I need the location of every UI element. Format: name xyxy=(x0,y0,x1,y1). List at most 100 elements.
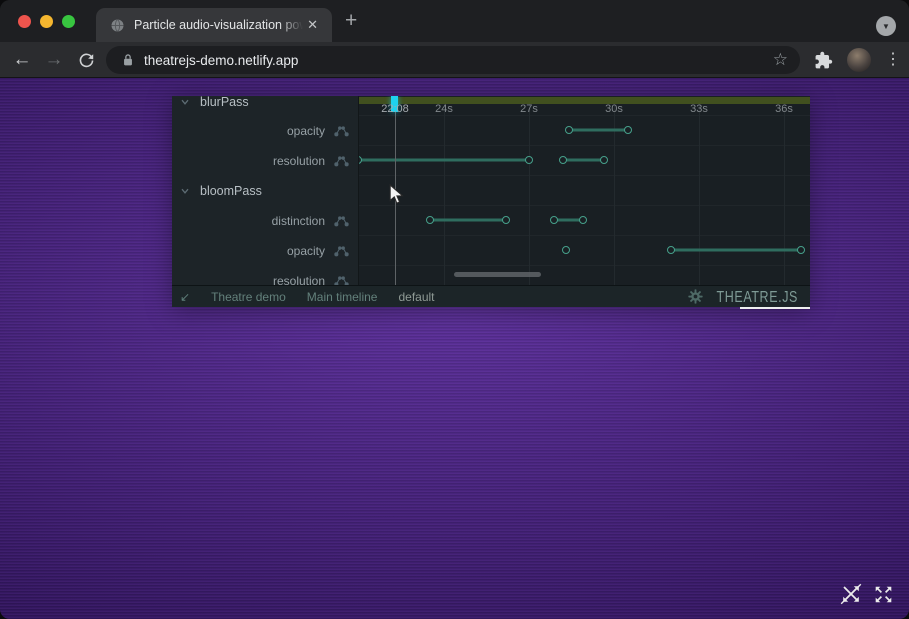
browser-menu-icon[interactable]: ⋮ xyxy=(885,52,901,68)
sequenced-prop-icon[interactable] xyxy=(334,155,349,167)
tree-item-blurpass[interactable]: blurPass xyxy=(172,96,358,117)
ruler-gridline xyxy=(699,104,700,285)
playhead-time-label: 22:08 xyxy=(381,103,409,115)
tree-item-bloompass[interactable]: bloomPass xyxy=(172,176,358,206)
crossed-arrows-off-icon[interactable] xyxy=(839,582,863,606)
chevron-down-icon xyxy=(180,97,190,107)
keyframe[interactable] xyxy=(667,246,675,254)
theatrejs-logo: THEATRE.JS xyxy=(717,288,798,305)
ruler-gridline xyxy=(784,104,785,285)
ruler-tick-label: 24s xyxy=(435,103,453,115)
keyframe[interactable] xyxy=(624,126,632,134)
bookmark-star-icon[interactable]: ☆ xyxy=(773,50,788,70)
fullscreen-expand-icon[interactable] xyxy=(874,585,893,604)
sequenced-prop-icon[interactable] xyxy=(334,275,349,285)
tree-item-label: opacity xyxy=(287,124,325,138)
tab-close-icon[interactable]: ✕ xyxy=(303,15,322,35)
studio-bottom-bar: ↙ Theatre demo Main timeline default xyxy=(172,285,810,307)
collapse-arrow-icon[interactable]: ↙ xyxy=(180,290,190,304)
keyframe-connector-line xyxy=(563,159,604,162)
browser-tab[interactable]: Particle audio-visualization pow ✕ xyxy=(96,8,332,42)
tab-search-button[interactable]: ▼ xyxy=(876,16,896,36)
playhead-line[interactable] xyxy=(395,110,396,285)
ruler-gridline xyxy=(529,104,530,285)
track-row-separator xyxy=(359,235,810,236)
sequenced-prop-icon[interactable] xyxy=(334,125,349,137)
chevron-down-icon: ▼ xyxy=(882,22,890,31)
object-name[interactable]: default xyxy=(398,290,434,304)
sheet-name[interactable]: Main timeline xyxy=(307,290,378,304)
keyframe[interactable] xyxy=(565,126,573,134)
tree-item-label: blurPass xyxy=(200,96,249,109)
minimize-window-button[interactable] xyxy=(40,15,53,28)
tree-item-resolution[interactable]: resolution xyxy=(172,146,358,176)
focus-range-strip[interactable] xyxy=(359,97,810,104)
lock-icon xyxy=(122,53,134,67)
keyframe-connector-line xyxy=(671,249,801,252)
back-button[interactable]: ← xyxy=(8,42,36,78)
tab-title: Particle audio-visualization pow xyxy=(134,18,303,32)
new-tab-button[interactable]: + xyxy=(345,12,357,30)
forward-button[interactable]: → xyxy=(40,42,68,78)
timeline-scrollbar-thumb[interactable] xyxy=(454,272,541,277)
bottom-bar-right-group: THEATRE.JS xyxy=(688,289,810,304)
tree-item-label: distinction xyxy=(272,214,325,228)
ruler-tick-label: 27s xyxy=(520,103,538,115)
track-row-separator xyxy=(359,205,810,206)
keyframe-connector-line xyxy=(569,129,628,132)
globe-favicon-icon xyxy=(110,18,125,33)
gear-icon[interactable] xyxy=(688,289,703,304)
address-bar[interactable]: theatrejs-demo.netlify.app ☆ xyxy=(106,46,800,74)
track-row-separator xyxy=(359,265,810,266)
ruler-tick-label: 33s xyxy=(690,103,708,115)
keyframe-connector-line xyxy=(358,159,529,162)
tree-item-resolution-2[interactable]: resolution xyxy=(172,266,358,285)
toolbar-right-group: ⋮ xyxy=(814,42,901,78)
zoom-window-button[interactable] xyxy=(62,15,75,28)
keyframe[interactable] xyxy=(797,246,805,254)
sequenced-prop-icon[interactable] xyxy=(334,215,349,227)
tree-item-label: resolution xyxy=(273,154,325,168)
page-corner-controls xyxy=(839,582,893,606)
keyframe[interactable] xyxy=(562,246,570,254)
keyframe-connector-line xyxy=(430,219,506,222)
property-tree: blurPass opacity resolution xyxy=(172,96,358,285)
keyframe[interactable] xyxy=(600,156,608,164)
tree-item-label: opacity xyxy=(287,244,325,258)
chevron-down-icon xyxy=(180,186,190,196)
browser-window: Particle audio-visualization pow ✕ + ▼ ←… xyxy=(0,0,909,619)
sequence-editor: blurPass opacity resolution xyxy=(172,96,810,285)
tree-item-opacity[interactable]: opacity xyxy=(172,116,358,146)
keyframe[interactable] xyxy=(525,156,533,164)
url-text[interactable]: theatrejs-demo.netlify.app xyxy=(144,53,773,68)
reload-icon xyxy=(78,52,95,69)
tab-strip: Particle audio-visualization pow ✕ + ▼ xyxy=(0,0,909,42)
tree-item-opacity-2[interactable]: opacity xyxy=(172,236,358,266)
theatre-studio-panel: blurPass opacity resolution xyxy=(172,96,810,307)
track-row-separator xyxy=(359,145,810,146)
keyframe[interactable] xyxy=(426,216,434,224)
profile-avatar[interactable] xyxy=(847,48,871,72)
keyframe[interactable] xyxy=(502,216,510,224)
extensions-puzzle-icon[interactable] xyxy=(814,51,833,70)
ruler-tick-label: 30s xyxy=(605,103,623,115)
timeline-area[interactable]: 24s 27s 30s 33s 36s 22:08 xyxy=(358,96,810,285)
tree-item-label: bloomPass xyxy=(200,184,262,198)
ruler-tick-label: 36s xyxy=(775,103,793,115)
track-row-separator xyxy=(359,175,810,176)
ruler-gridline xyxy=(444,104,445,285)
reload-button[interactable] xyxy=(72,42,100,78)
keyframe[interactable] xyxy=(559,156,567,164)
sequenced-prop-icon[interactable] xyxy=(334,245,349,257)
keyframe[interactable] xyxy=(579,216,587,224)
traffic-lights xyxy=(18,15,75,28)
track-row-separator xyxy=(359,115,810,116)
project-name[interactable]: Theatre demo xyxy=(211,290,286,304)
browser-toolbar: ← → theatrejs-demo.netlify.app ☆ ⋮ xyxy=(0,42,909,78)
tree-item-distinction[interactable]: distinction xyxy=(172,206,358,236)
close-window-button[interactable] xyxy=(18,15,31,28)
page-content: blurPass opacity resolution xyxy=(0,78,909,619)
keyframe[interactable] xyxy=(358,156,362,164)
keyframe[interactable] xyxy=(550,216,558,224)
logo-underline xyxy=(740,307,810,309)
